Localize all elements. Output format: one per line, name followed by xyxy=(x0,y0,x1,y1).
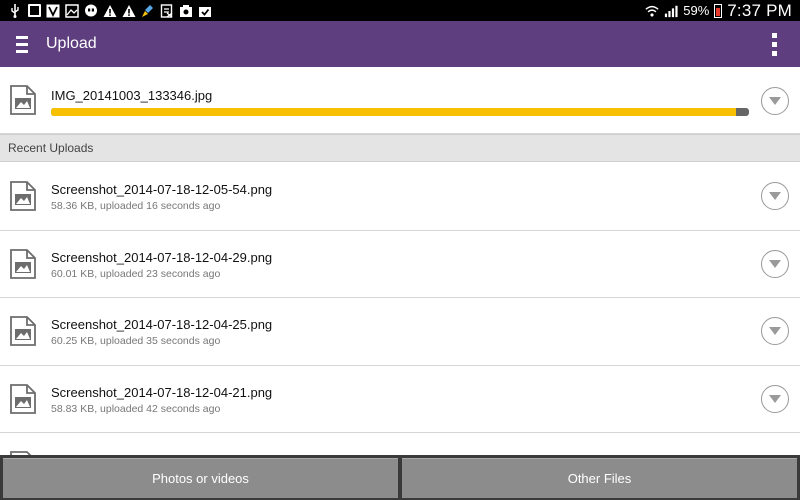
app-bar: Upload xyxy=(0,21,800,67)
usb-icon xyxy=(8,3,22,18)
list-item[interactable] xyxy=(0,433,800,481)
wifi-icon xyxy=(645,4,659,18)
notification-icons xyxy=(0,3,212,18)
row-options-button[interactable] xyxy=(761,385,789,413)
voicemail-icon xyxy=(46,4,60,18)
image-file-icon xyxy=(10,181,36,211)
row-options-button[interactable] xyxy=(761,250,789,278)
system-indicators: 59% 7:37 PM xyxy=(645,1,800,21)
upload-progress-fill xyxy=(51,108,737,116)
image-icon xyxy=(65,3,79,18)
hangouts-icon xyxy=(84,4,98,18)
file-meta: 60.25 KB, uploaded 35 seconds ago xyxy=(51,335,221,347)
image-file-icon xyxy=(10,249,36,279)
image-file-icon xyxy=(10,85,36,115)
list-item[interactable]: Screenshot_2014-07-18-12-04-29.png 60.01… xyxy=(0,231,800,298)
warning-icon xyxy=(103,4,117,18)
image-file-icon xyxy=(10,316,36,346)
current-upload-row[interactable]: IMG_20141003_133346.jpg xyxy=(0,67,800,134)
file-name: Screenshot_2014-07-18-12-05-54.png xyxy=(51,182,273,197)
overflow-dot xyxy=(771,50,777,56)
camera-upload-icon xyxy=(179,4,193,18)
image-file-icon xyxy=(10,384,36,414)
upload-progress-bar xyxy=(51,108,749,116)
row-options-button[interactable] xyxy=(761,317,789,345)
upload-screen: 59% 7:37 PM Upload IMG_20141003_133346.j… xyxy=(0,0,800,500)
file-name: Screenshot_2014-07-18-12-04-21.png xyxy=(51,385,273,400)
chevron-down-icon xyxy=(769,192,781,200)
chevron-down-icon xyxy=(769,97,781,105)
overflow-dot xyxy=(771,41,777,47)
chevron-down-icon xyxy=(769,260,781,268)
recent-uploads-header: Recent Uploads xyxy=(0,134,800,162)
overflow-dot xyxy=(771,32,777,38)
photos-or-videos-button[interactable]: Photos or videos xyxy=(3,458,398,498)
clean-icon xyxy=(141,4,155,18)
signal-icon xyxy=(664,4,678,18)
row-options-button[interactable] xyxy=(761,182,789,210)
chevron-down-icon xyxy=(769,395,781,403)
list-item[interactable]: Screenshot_2014-07-18-12-04-25.png 60.25… xyxy=(0,298,800,366)
file-meta: 60.01 KB, uploaded 23 seconds ago xyxy=(51,268,221,280)
chevron-down-icon xyxy=(769,327,781,335)
file-name: Screenshot_2014-07-18-12-04-25.png xyxy=(51,317,273,332)
status-bar: 59% 7:37 PM xyxy=(0,0,800,21)
row-options-button[interactable] xyxy=(761,87,789,115)
page-title: Upload xyxy=(46,35,97,52)
warning-icon xyxy=(122,4,136,18)
bottom-action-bar: Photos or videos Other Files xyxy=(0,455,800,500)
list-item[interactable]: Screenshot_2014-07-18-12-05-54.png 58.36… xyxy=(0,163,800,231)
other-files-button[interactable]: Other Files xyxy=(402,458,797,498)
check-upload-icon xyxy=(198,4,212,18)
file-meta: 58.36 KB, uploaded 16 seconds ago xyxy=(51,200,221,212)
battery-percent: 59% xyxy=(683,3,710,18)
upload-filename: IMG_20141003_133346.jpg xyxy=(51,88,213,103)
sheet-icon xyxy=(160,3,174,18)
section-title: Recent Uploads xyxy=(8,141,94,155)
file-meta: 58.83 KB, uploaded 42 seconds ago xyxy=(51,403,221,415)
clock: 7:37 PM xyxy=(727,0,792,20)
menu-icon xyxy=(16,35,28,53)
sim-icon xyxy=(27,4,41,18)
overflow-menu-button[interactable] xyxy=(754,21,794,67)
battery-icon xyxy=(714,3,723,18)
list-item[interactable]: Screenshot_2014-07-18-12-04-21.png 58.83… xyxy=(0,366,800,433)
file-name: Screenshot_2014-07-18-12-04-29.png xyxy=(51,250,273,265)
menu-button[interactable] xyxy=(2,21,42,67)
